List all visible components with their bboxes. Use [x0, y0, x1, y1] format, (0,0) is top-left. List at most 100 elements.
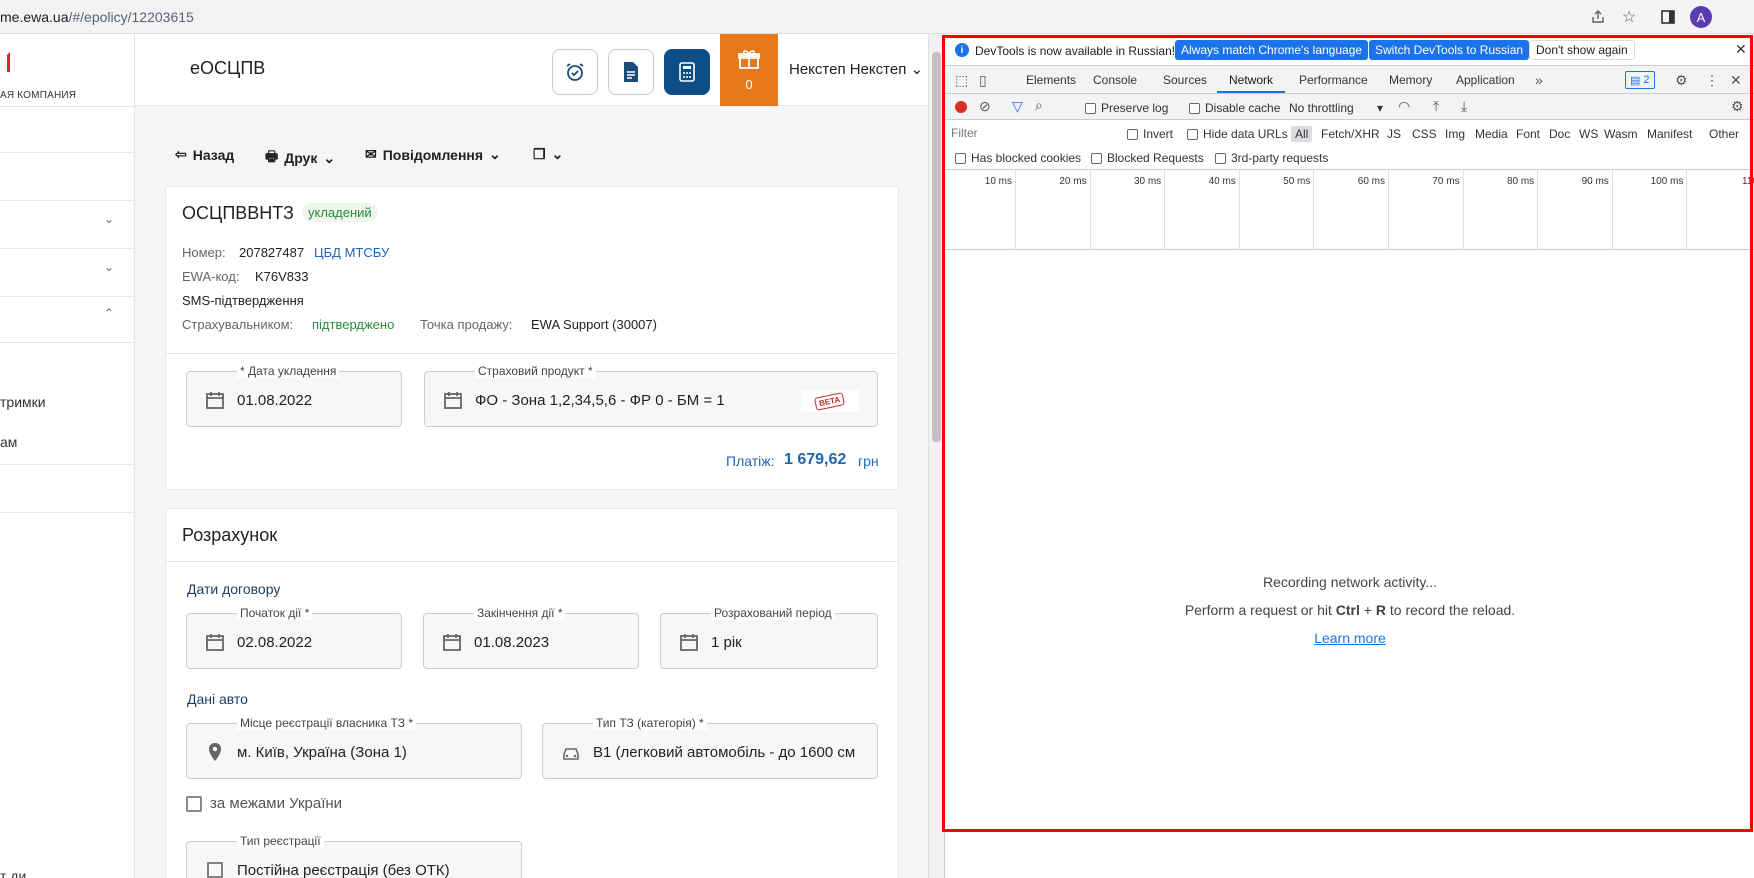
back-button[interactable]: ⇦ Назад — [175, 146, 234, 163]
type-filter-media[interactable]: Media — [1475, 127, 1508, 141]
preserve-log-checkbox[interactable]: Preserve log — [1085, 101, 1168, 115]
reg-place-field[interactable]: Місце реєстрації власника ТЗ * м. Київ, … — [186, 716, 522, 779]
chevron-down-icon[interactable]: ⌄ — [104, 260, 118, 274]
chevron-up-icon[interactable]: ⌃ — [104, 306, 118, 320]
tab-performance[interactable]: Performance — [1299, 73, 1368, 87]
calc-title: Розрахунок — [182, 525, 278, 545]
contract-date-value: 01.08.2022 — [237, 392, 313, 409]
side-panel-icon[interactable] — [1657, 6, 1679, 28]
type-filter-doc[interactable]: Doc — [1549, 127, 1570, 141]
user-menu[interactable]: Некстеп Некстеп ⌄ — [789, 60, 923, 78]
type-filter-js[interactable]: JS — [1387, 127, 1401, 141]
more-options-icon[interactable]: ⋮ — [1705, 72, 1719, 89]
settings-gear-icon[interactable]: ⚙ — [1675, 72, 1688, 89]
throttling-select[interactable]: No throttling ▾ — [1289, 101, 1383, 115]
alarm-clock-icon — [566, 63, 584, 81]
type-filter-fetch[interactable]: Fetch/XHR — [1321, 127, 1380, 141]
alarm-button[interactable] — [552, 49, 598, 95]
chevron-down-icon[interactable]: ⌄ — [104, 212, 118, 226]
type-filter-ws[interactable]: WS — [1579, 127, 1598, 141]
contract-date-field[interactable]: * Дата укладення 01.08.2022 — [186, 364, 402, 427]
more-tabs-icon[interactable]: » — [1535, 72, 1543, 88]
product-field[interactable]: Страховий продукт * ФО - Зона 1,2,34,5,6… — [424, 364, 878, 427]
hide-data-urls-checkbox[interactable]: Hide data URLs — [1187, 127, 1288, 141]
filter-input[interactable] — [951, 124, 1121, 142]
filter-icon[interactable]: ▽ — [1012, 98, 1023, 115]
invert-checkbox[interactable]: Invert — [1127, 127, 1173, 141]
record-icon[interactable] — [955, 101, 967, 113]
inspect-element-icon[interactable]: ⬚ — [955, 72, 968, 89]
logo-text: АЯ КОМПАНИЯ — [0, 90, 77, 101]
type-filter-manifest[interactable]: Manifest — [1647, 127, 1692, 141]
chevron-down-icon: ⌄ — [323, 149, 336, 166]
timeline-gridline — [1164, 170, 1166, 250]
scrollbar-thumb[interactable] — [932, 52, 941, 442]
vehicle-type-field[interactable]: Тип ТЗ (категорія) * B1 (легковий автомо… — [542, 716, 878, 779]
tab-elements[interactable]: Elements — [1026, 73, 1076, 87]
clear-icon[interactable]: ⊘ — [979, 98, 991, 115]
type-filter-all[interactable]: All — [1291, 126, 1313, 142]
profile-avatar[interactable]: A — [1690, 6, 1712, 28]
address-bar[interactable]: me.ewa.ua/#/epolicy/12203615 — [0, 9, 194, 25]
switch-language-button[interactable]: Switch DevTools to Russian — [1369, 40, 1530, 60]
auto-section-title: Дані авто — [187, 691, 248, 707]
dont-show-button[interactable]: Don't show again — [1529, 40, 1635, 60]
issues-icon: ▤ — [1630, 74, 1641, 87]
issues-badge[interactable]: ▤ 2 — [1625, 71, 1655, 89]
tab-console[interactable]: Console — [1093, 73, 1137, 87]
calculator-button[interactable] — [664, 49, 710, 95]
blocked-cookies-checkbox[interactable]: Has blocked cookies — [955, 151, 1081, 165]
page-scrollbar[interactable] — [928, 34, 944, 878]
type-filter-font[interactable]: Font — [1516, 127, 1540, 141]
bookmark-star-icon[interactable]: ☆ — [1618, 6, 1640, 28]
share-icon[interactable] — [1587, 6, 1609, 28]
disable-cache-checkbox[interactable]: Disable cache — [1189, 101, 1280, 115]
third-party-checkbox[interactable]: 3rd-party requests — [1215, 151, 1328, 165]
device-toolbar-icon[interactable]: ▯ — [979, 72, 987, 89]
tab-network[interactable]: Network — [1229, 73, 1273, 87]
sidebar-item-am[interactable]: ам — [0, 434, 17, 450]
start-date-field[interactable]: Початок дії * 02.08.2022 — [186, 606, 402, 669]
blocked-requests-checkbox[interactable]: Blocked Requests — [1091, 151, 1204, 165]
type-filter-img[interactable]: Img — [1445, 127, 1465, 141]
checkbox-box[interactable] — [186, 795, 202, 812]
timeline-tick-label: 90 ms — [1581, 176, 1609, 187]
network-toolbar: ⊘ ▽ ⌕ Preserve log Disable cache No thro… — [945, 94, 1754, 120]
gift-button[interactable]: 0 — [720, 34, 778, 106]
type-filter-other[interactable]: Other — [1709, 127, 1739, 141]
type-filter-wasm[interactable]: Wasm — [1604, 127, 1638, 141]
reg-type-field[interactable]: Тип реєстрації Постійна реєстрація (без … — [186, 834, 522, 878]
number-label: Номер: — [182, 245, 226, 260]
divider — [0, 464, 135, 465]
print-button[interactable]: 🖶 Друк ⌄ — [265, 146, 335, 170]
mtsbu-link[interactable]: ЦБД МТСБУ — [314, 245, 389, 260]
type-filter-css[interactable]: CSS — [1412, 127, 1437, 141]
divider — [0, 106, 135, 107]
sidebar-item-support[interactable]: тримки — [0, 394, 46, 410]
close-devtools-icon[interactable]: ✕ — [1730, 72, 1742, 89]
timeline-gridline — [1611, 170, 1613, 250]
match-language-button[interactable]: Always match Chrome's language — [1175, 40, 1369, 60]
close-icon[interactable]: ✕ — [1735, 41, 1747, 58]
tab-sources[interactable]: Sources — [1163, 73, 1207, 87]
learn-more-link[interactable]: Learn more — [945, 630, 1754, 646]
abroad-checkbox[interactable]: за межами України — [186, 795, 342, 812]
document-button[interactable] — [608, 49, 654, 95]
browser-toolbar: me.ewa.ua/#/epolicy/12203615 ☆ A — [0, 0, 1754, 34]
notify-button[interactable]: ✉ Повідомлення ⌄ — [365, 146, 501, 163]
import-har-icon[interactable]: ⤒ — [1433, 98, 1439, 115]
sidebar-item-bottom[interactable]: т ди — [0, 868, 26, 878]
network-settings-icon[interactable]: ⚙ — [1731, 98, 1744, 115]
period-field[interactable]: Розрахований період 1 рік — [660, 606, 878, 669]
calendar-icon — [206, 634, 224, 651]
reg-type-label: Тип реєстрації — [237, 834, 324, 848]
search-icon[interactable]: ⌕ — [1035, 97, 1043, 114]
tab-memory[interactable]: Memory — [1389, 73, 1432, 87]
network-conditions-icon[interactable]: ◠ — [1398, 98, 1410, 115]
copy-button[interactable]: ❐ ⌄ — [533, 146, 563, 163]
export-har-icon[interactable]: ⤓ — [1461, 98, 1467, 115]
timeline-gridline — [1238, 170, 1240, 250]
tab-application[interactable]: Application — [1456, 73, 1515, 87]
end-date-field[interactable]: Закінчення дії * 01.08.2023 — [423, 606, 639, 669]
dates-section-title: Дати договору — [187, 581, 281, 597]
